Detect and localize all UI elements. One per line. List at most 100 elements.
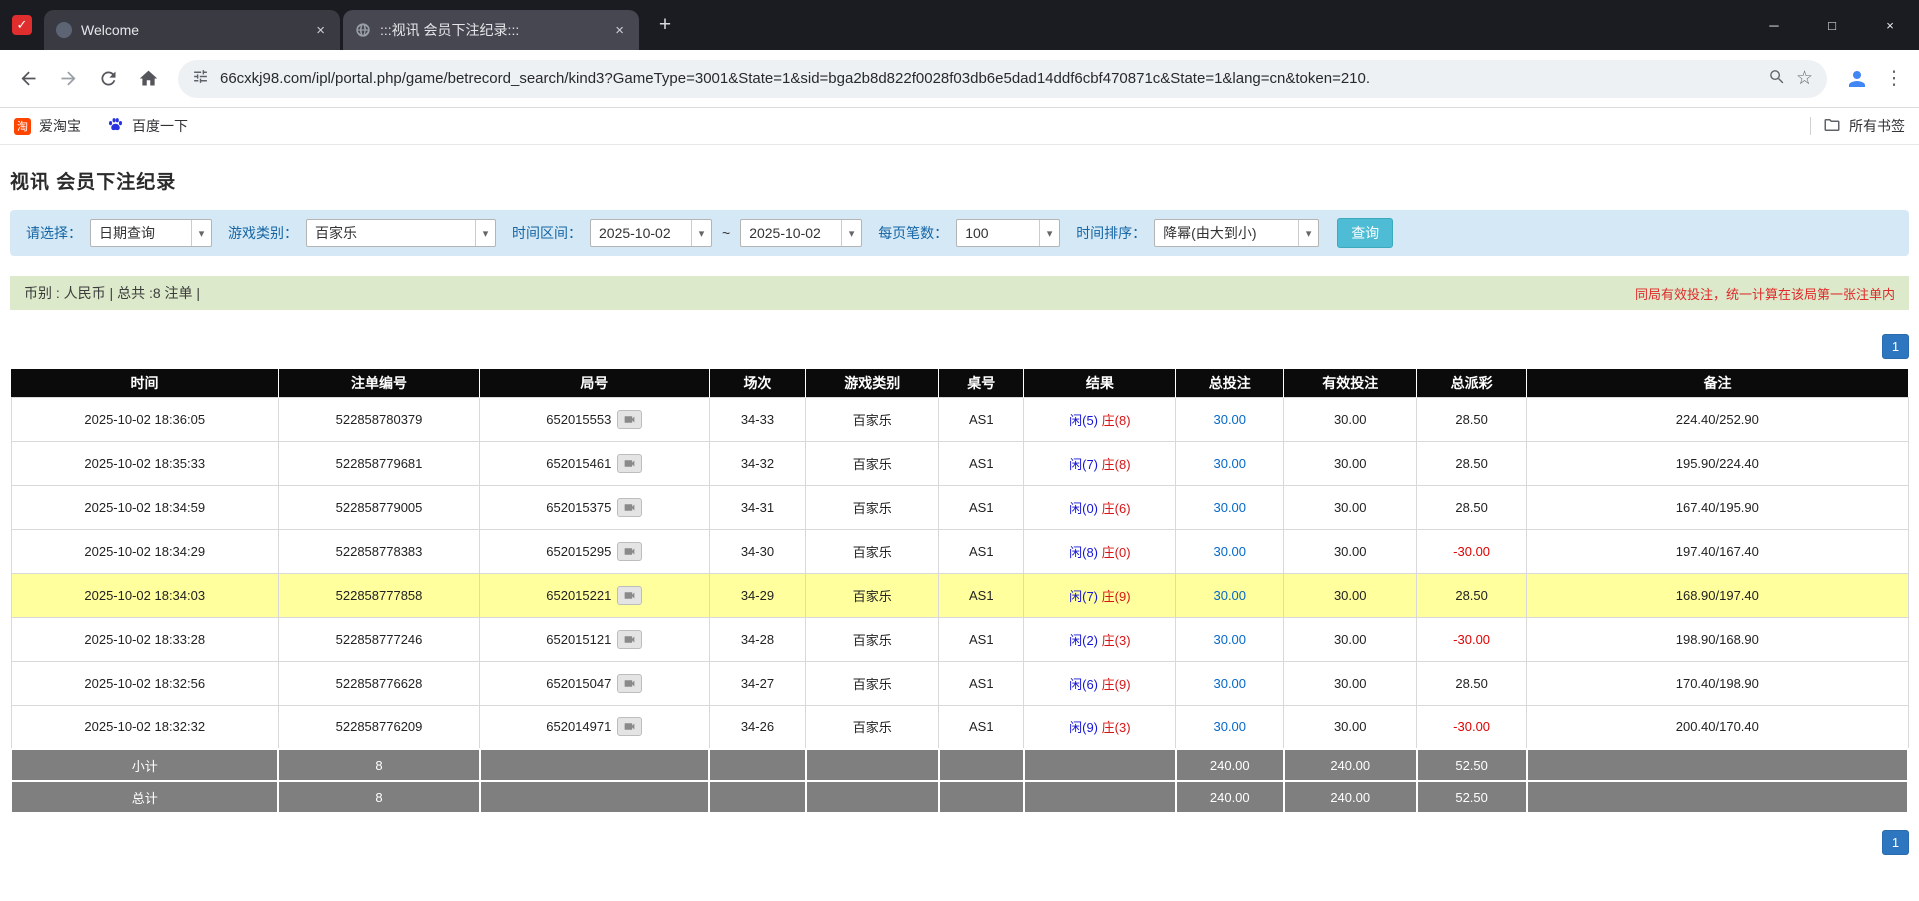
table-row: 2025-10-02 18:35:33 522858779681 6520154… (11, 441, 1908, 485)
video-replay-icon[interactable] (617, 717, 642, 736)
result-player: 闲(0) (1069, 501, 1098, 516)
page-size-select[interactable]: 100 ▾ (956, 219, 1060, 247)
minimize-button[interactable]: ─ (1745, 0, 1803, 50)
date-from-select[interactable]: 2025-10-02 ▾ (590, 219, 712, 247)
all-bookmarks-button[interactable]: 所有书签 (1823, 116, 1905, 137)
subtotal-total-bet: 240.00 (1176, 749, 1284, 781)
chevron-down-icon[interactable]: ▾ (191, 220, 211, 246)
tab-close-icon[interactable]: × (313, 22, 328, 39)
cell-time: 2025-10-02 18:35:33 (11, 441, 278, 485)
cell-time: 2025-10-02 18:32:32 (11, 705, 278, 749)
chevron-down-icon[interactable]: ▾ (841, 220, 861, 246)
zoom-icon[interactable] (1768, 68, 1785, 90)
cell-total-bet: 30.00 (1176, 529, 1284, 573)
video-replay-icon[interactable] (617, 630, 642, 649)
cell-game: 百家乐 (806, 705, 939, 749)
bookmark-label: 百度一下 (132, 116, 188, 136)
address-bar[interactable]: 66cxkj98.com/ipl/portal.php/game/betreco… (178, 60, 1827, 98)
cell-round: 652015295 (480, 529, 710, 573)
cell-payout: 28.50 (1417, 573, 1527, 617)
cell-payout: 28.50 (1417, 441, 1527, 485)
result-banker: 庄(9) (1102, 677, 1131, 692)
search-button[interactable]: 查询 (1337, 218, 1393, 248)
taobao-icon: 淘 (14, 118, 31, 135)
browser-menu-icon[interactable]: ⋮ (1879, 67, 1909, 90)
tab-betrecord[interactable]: :::视讯 会员下注纪录::: × (343, 10, 639, 50)
total-bet-link[interactable]: 30.00 (1213, 676, 1246, 691)
forward-button[interactable] (50, 61, 86, 97)
chevron-down-icon[interactable]: ▾ (475, 220, 495, 246)
page-1-button[interactable]: 1 (1882, 334, 1909, 359)
tab-title: Welcome (81, 22, 304, 38)
bookmark-taobao[interactable]: 淘 爱淘宝 (14, 116, 81, 136)
close-button[interactable]: × (1861, 0, 1919, 50)
total-bet-link[interactable]: 30.00 (1213, 719, 1246, 734)
cell-payout: 28.50 (1417, 485, 1527, 529)
cell-payout: 28.50 (1417, 397, 1527, 441)
cell-result: 闲(9) 庄(3) (1024, 705, 1176, 749)
table-row: 2025-10-02 18:33:28 522858777246 6520151… (11, 617, 1908, 661)
chevron-down-icon[interactable]: ▾ (691, 220, 711, 246)
total-bet-link[interactable]: 30.00 (1213, 632, 1246, 647)
cell-game: 百家乐 (806, 485, 939, 529)
total-bet-link[interactable]: 30.00 (1213, 412, 1246, 427)
cell-payout: -30.00 (1417, 529, 1527, 573)
header-remark: 备注 (1527, 369, 1908, 397)
cell-round: 652015461 (480, 441, 710, 485)
header-game-type: 游戏类别 (806, 369, 939, 397)
page-title: 视讯 会员下注纪录 (10, 167, 1909, 194)
subtotal-payout: 52.50 (1417, 749, 1527, 781)
date-mode-select[interactable]: 日期查询 ▾ (90, 219, 212, 247)
cell-bet-id: 522858780379 (278, 397, 479, 441)
cell-bet-id: 522858777246 (278, 617, 479, 661)
cell-session: 34-32 (709, 441, 806, 485)
cell-total-bet: 30.00 (1176, 441, 1284, 485)
tab-close-icon[interactable]: × (612, 22, 627, 39)
cell-valid-bet: 30.00 (1284, 661, 1417, 705)
tab-welcome[interactable]: Welcome × (44, 10, 340, 50)
cell-game: 百家乐 (806, 573, 939, 617)
betting-table: 时间 注单编号 局号 场次 游戏类别 桌号 结果 总投注 有效投注 总派彩 备注… (10, 369, 1909, 814)
back-button[interactable] (10, 61, 46, 97)
site-settings-icon[interactable] (192, 68, 209, 90)
new-tab-button[interactable]: + (650, 10, 680, 40)
game-type-select[interactable]: 百家乐 ▾ (306, 219, 496, 247)
video-replay-icon[interactable] (617, 454, 642, 473)
total-bet-link[interactable]: 30.00 (1213, 544, 1246, 559)
profile-avatar[interactable] (1839, 61, 1875, 97)
result-banker: 庄(6) (1102, 501, 1131, 516)
result-banker: 庄(9) (1102, 589, 1131, 604)
date-to-select[interactable]: 2025-10-02 ▾ (740, 219, 862, 247)
cell-table-no: AS1 (939, 441, 1024, 485)
cell-valid-bet: 30.00 (1284, 705, 1417, 749)
bookmark-star-icon[interactable]: ☆ (1796, 67, 1813, 90)
total-bet-link[interactable]: 30.00 (1213, 500, 1246, 515)
cell-remark: 198.90/168.90 (1527, 617, 1908, 661)
total-bet-link[interactable]: 30.00 (1213, 456, 1246, 471)
round-id: 652015461 (546, 456, 611, 471)
video-replay-icon[interactable] (617, 586, 642, 605)
cell-valid-bet: 30.00 (1284, 617, 1417, 661)
table-row: 2025-10-02 18:34:29 522858778383 6520152… (11, 529, 1908, 573)
cell-bet-id: 522858778383 (278, 529, 479, 573)
video-replay-icon[interactable] (617, 498, 642, 517)
chevron-down-icon[interactable]: ▾ (1298, 220, 1318, 246)
result-player: 闲(7) (1069, 589, 1098, 604)
video-replay-icon[interactable] (617, 674, 642, 693)
chevron-down-icon[interactable]: ▾ (1039, 220, 1059, 246)
video-replay-icon[interactable] (617, 542, 642, 561)
cell-game: 百家乐 (806, 441, 939, 485)
maximize-button[interactable]: □ (1803, 0, 1861, 50)
cell-game: 百家乐 (806, 397, 939, 441)
total-bet-link[interactable]: 30.00 (1213, 588, 1246, 603)
video-replay-icon[interactable] (617, 410, 642, 429)
round-id: 652015553 (546, 412, 611, 427)
cell-session: 34-31 (709, 485, 806, 529)
page-1-button[interactable]: 1 (1882, 830, 1909, 855)
cell-table-no: AS1 (939, 485, 1024, 529)
bookmark-baidu[interactable]: 百度一下 (107, 116, 188, 136)
home-button[interactable] (130, 61, 166, 97)
sort-order-select[interactable]: 降幂(由大到小) ▾ (1154, 219, 1319, 247)
date-range-label: 时间区间： (512, 223, 582, 243)
reload-button[interactable] (90, 61, 126, 97)
